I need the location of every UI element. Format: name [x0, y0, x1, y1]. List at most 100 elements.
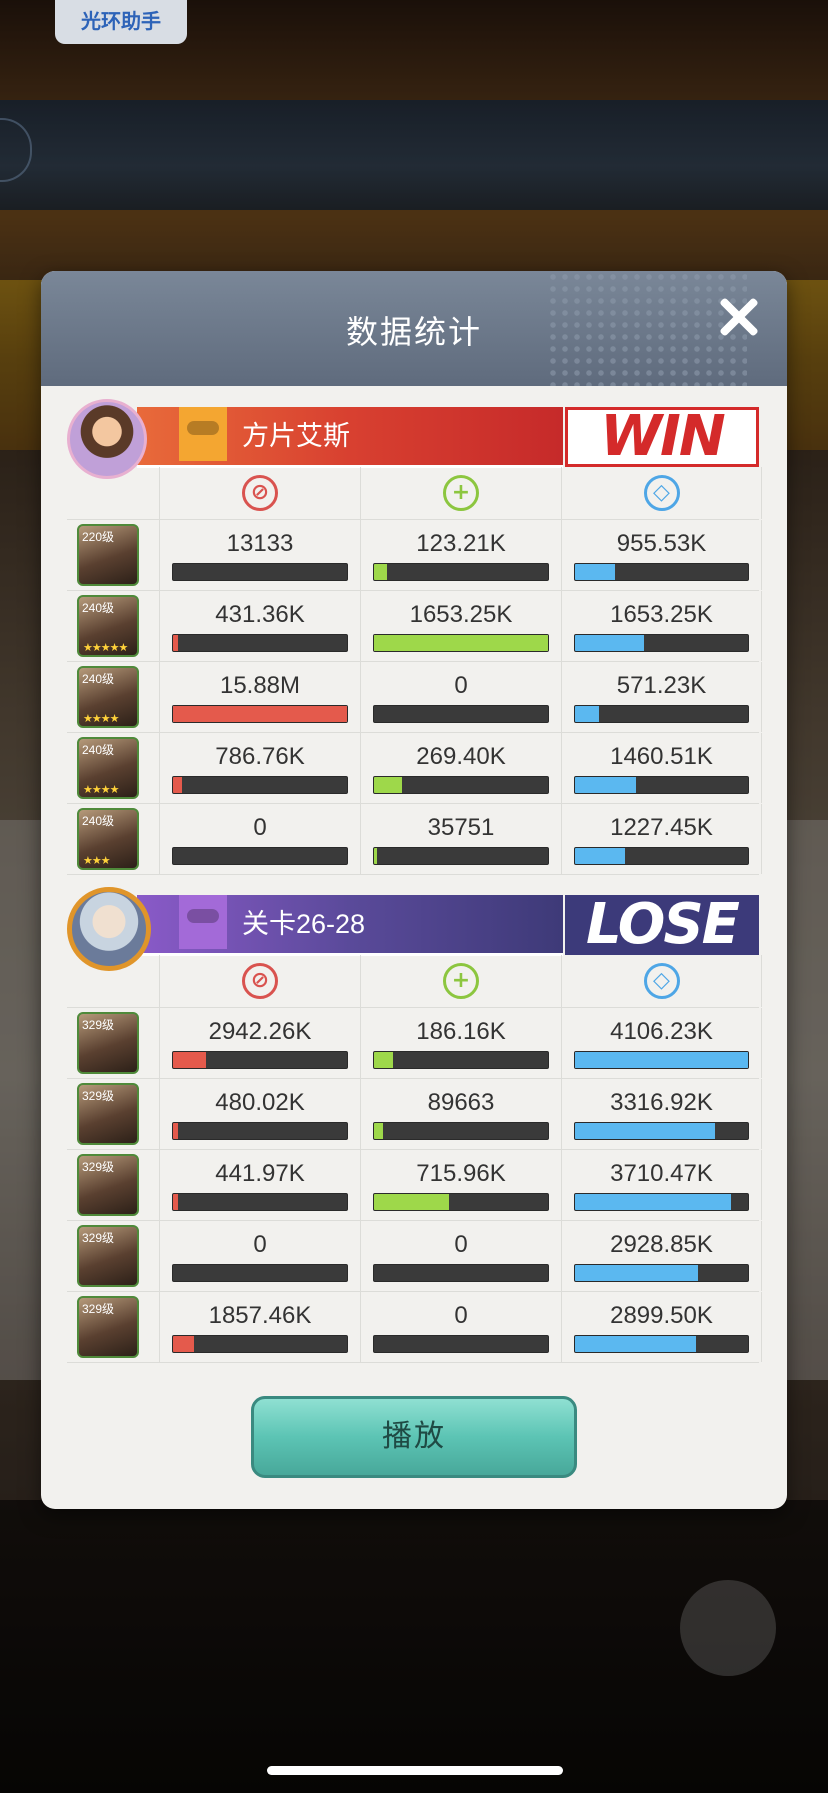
hero-portrait[interactable]: 329级 [77, 1012, 139, 1074]
damage-cell: 441.97K [159, 1150, 360, 1220]
damage-bar [172, 1264, 348, 1282]
hero-portrait[interactable]: 240级 ★★★★★ [77, 595, 139, 657]
stats-table-enemy: ⊘ + ◇ 329级 2942.26K 186.16K 4106.23K 329级 480.02… [67, 955, 762, 1363]
heal-bar [373, 1122, 549, 1140]
defense-value: 4106.23K [610, 1018, 713, 1045]
header-blank [67, 467, 159, 519]
heal-cell: 715.96K [360, 1150, 561, 1220]
defense-bar [574, 705, 749, 723]
damage-bar-fill [173, 635, 179, 651]
defense-cell: 955.53K [561, 520, 762, 590]
hero-cell: 240级 ★★★★ [67, 662, 159, 732]
defense-value: 571.23K [616, 672, 707, 699]
heal-bar [373, 563, 549, 581]
damage-cell: 15.88M [159, 662, 360, 732]
heal-bar [373, 705, 549, 723]
damage-value: 15.88M [219, 672, 301, 699]
defense-bar-fill [575, 1052, 748, 1068]
home-indicator[interactable] [267, 1766, 563, 1775]
hero-level: 220级 [82, 530, 115, 544]
hero-portrait[interactable]: 329级 [77, 1225, 139, 1287]
damage-header: ⊘ [159, 955, 360, 1007]
damage-bar [172, 1193, 348, 1211]
guild-flag-icon [179, 895, 227, 949]
heal-value: 0 [454, 1302, 468, 1329]
heal-cell: 269.40K [360, 733, 561, 803]
heal-bar [373, 776, 549, 794]
heal-cell: 1653.25K [360, 591, 561, 661]
hero-portrait[interactable]: 329级 [77, 1154, 139, 1216]
defense-value: 2928.85K [610, 1231, 713, 1258]
defense-bar [574, 1051, 749, 1069]
result-badge: WIN [565, 407, 759, 467]
heal-value: 0 [454, 672, 468, 699]
hero-stat-row: 329级 0 0 2928.85K [67, 1221, 762, 1292]
damage-bar-fill [173, 706, 347, 722]
damage-bar-fill [173, 1052, 207, 1068]
hero-stat-row: 329级 2942.26K 186.16K 4106.23K [67, 1008, 762, 1079]
dialog-header: 数据统计 [41, 271, 787, 386]
heal-cell: 123.21K [360, 520, 561, 590]
hero-portrait[interactable]: 240级 ★★★ [77, 808, 139, 870]
defense-bar-fill [575, 706, 600, 722]
defense-cell: 4106.23K [561, 1008, 762, 1078]
defense-bar-fill [575, 1265, 698, 1281]
team-banner-player: 方片艾斯 WIN [67, 399, 776, 479]
damage-icon: ⊘ [242, 475, 278, 511]
heal-bar-fill [374, 1123, 383, 1139]
damage-value: 431.36K [215, 601, 305, 628]
damage-value: 786.76K [215, 743, 305, 770]
damage-value: 0 [253, 814, 267, 841]
damage-bar-fill [173, 1194, 179, 1210]
heal-bar [373, 1264, 549, 1282]
team-name: 方片艾斯 [242, 421, 350, 451]
hero-cell: 240级 ★★★ [67, 804, 159, 874]
hero-portrait[interactable]: 240级 ★★★★ [77, 737, 139, 799]
hero-cell: 329级 [67, 1221, 159, 1291]
result-badge: LOSE [565, 895, 759, 955]
defense-cell: 2899.50K [561, 1292, 762, 1362]
heal-value: 123.21K [416, 530, 506, 557]
close-icon[interactable] [715, 293, 763, 341]
defense-cell: 1653.25K [561, 591, 762, 661]
damage-bar-fill [173, 1336, 194, 1352]
defense-header: ◇ [561, 955, 762, 1007]
play-button[interactable]: 播放 [251, 1396, 577, 1478]
defense-value: 955.53K [616, 530, 707, 557]
heal-cell: 186.16K [360, 1008, 561, 1078]
defense-bar [574, 634, 749, 652]
helper-button[interactable]: 光环助手 [55, 0, 187, 44]
hero-level: 329级 [82, 1089, 115, 1103]
hero-level: 240级 [82, 672, 115, 686]
defense-bar-fill [575, 1194, 731, 1210]
hero-stat-row: 220级 13133 123.21K 955.53K [67, 520, 762, 591]
hero-portrait[interactable]: 329级 [77, 1083, 139, 1145]
damage-value: 480.02K [215, 1089, 305, 1116]
heal-value: 0 [454, 1231, 468, 1258]
damage-bar-fill [173, 777, 182, 793]
hero-stat-row: 240级 ★★★ 0 35751 1227.45K [67, 804, 762, 875]
hero-portrait[interactable]: 220级 [77, 524, 139, 586]
heal-cell: 89663 [360, 1079, 561, 1149]
damage-cell: 431.36K [159, 591, 360, 661]
heal-header: + [360, 467, 561, 519]
defense-bar-fill [575, 564, 615, 580]
heal-icon: + [443, 963, 479, 999]
heal-value: 269.40K [416, 743, 506, 770]
defense-bar-fill [575, 1336, 697, 1352]
heal-bar [373, 634, 549, 652]
damage-bar [172, 634, 348, 652]
hero-portrait[interactable]: 329级 [77, 1296, 139, 1358]
hero-level: 329级 [82, 1302, 115, 1316]
damage-cell: 480.02K [159, 1079, 360, 1149]
hero-level: 329级 [82, 1231, 115, 1245]
hero-level: 329级 [82, 1160, 115, 1174]
defense-cell: 3710.47K [561, 1150, 762, 1220]
defense-bar [574, 1264, 749, 1282]
heal-cell: 0 [360, 1221, 561, 1291]
damage-bar [172, 1335, 348, 1353]
hero-cell: 240级 ★★★★★ [67, 591, 159, 661]
damage-bar [172, 705, 348, 723]
heal-cell: 0 [360, 662, 561, 732]
hero-portrait[interactable]: 240级 ★★★★ [77, 666, 139, 728]
